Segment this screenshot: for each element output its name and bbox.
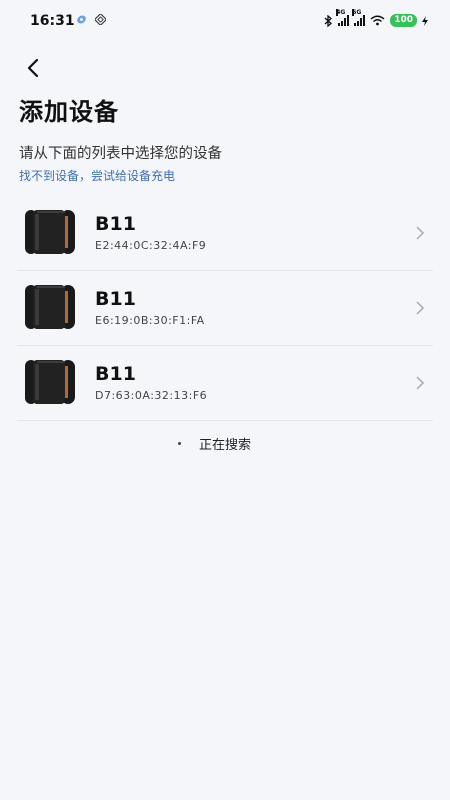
- device-mac-address: E2:44:0C:32:4A:F9: [95, 239, 207, 252]
- chevron-right-icon: [416, 226, 425, 240]
- device-mac-address: D7:63:0A:32:13:F6: [95, 389, 208, 402]
- device-list-item[interactable]: B11 E2:44:0C:32:4A:F9: [17, 196, 433, 271]
- battery-indicator: 100: [390, 14, 417, 27]
- smart-band-image: [25, 285, 75, 329]
- status-left-icons: [76, 14, 106, 25]
- device-list-item[interactable]: B11 D7:63:0A:32:13:F6: [17, 346, 433, 421]
- smart-band-image: [25, 360, 75, 404]
- app-notification-icon: [77, 15, 86, 24]
- chevron-right-icon: [416, 376, 425, 390]
- back-arrow-icon: [27, 58, 39, 78]
- smart-band-image: [25, 210, 75, 254]
- back-button[interactable]: [20, 54, 48, 82]
- page-title: 添加设备: [19, 98, 119, 126]
- bluetooth-icon: [324, 14, 333, 27]
- signal1-tag: 4G: [336, 9, 346, 16]
- searching-status: 正在搜索: [198, 438, 251, 453]
- wifi-icon: [370, 15, 385, 26]
- status-right: 4G 5G 100: [323, 9, 428, 27]
- device-name: B11: [95, 213, 136, 235]
- device-name: B11: [95, 363, 136, 385]
- device-name: B11: [95, 288, 136, 310]
- cellular-signal-2-icon: 5G: [352, 9, 366, 26]
- nfc-icon: [95, 14, 106, 25]
- cellular-signal-1-icon: 4G: [336, 9, 350, 26]
- charge-device-hint-link[interactable]: 找不到设备，尝试给设备充电: [19, 167, 175, 184]
- device-list: B11 E2:44:0C:32:4A:F9 B11 E6:19:0B:30:F1…: [17, 196, 433, 421]
- chevron-right-icon: [416, 301, 425, 315]
- signal2-tag: 5G: [352, 9, 362, 16]
- status-bar: 16:31 4G 5G 100: [0, 0, 450, 44]
- device-list-item[interactable]: B11 E6:19:0B:30:F1:FA: [17, 271, 433, 346]
- charging-icon: [422, 15, 428, 26]
- instruction-text: 请从下面的列表中选择您的设备: [19, 146, 222, 162]
- device-mac-address: E6:19:0B:30:F1:FA: [95, 314, 205, 327]
- status-time: 16:31: [30, 13, 75, 29]
